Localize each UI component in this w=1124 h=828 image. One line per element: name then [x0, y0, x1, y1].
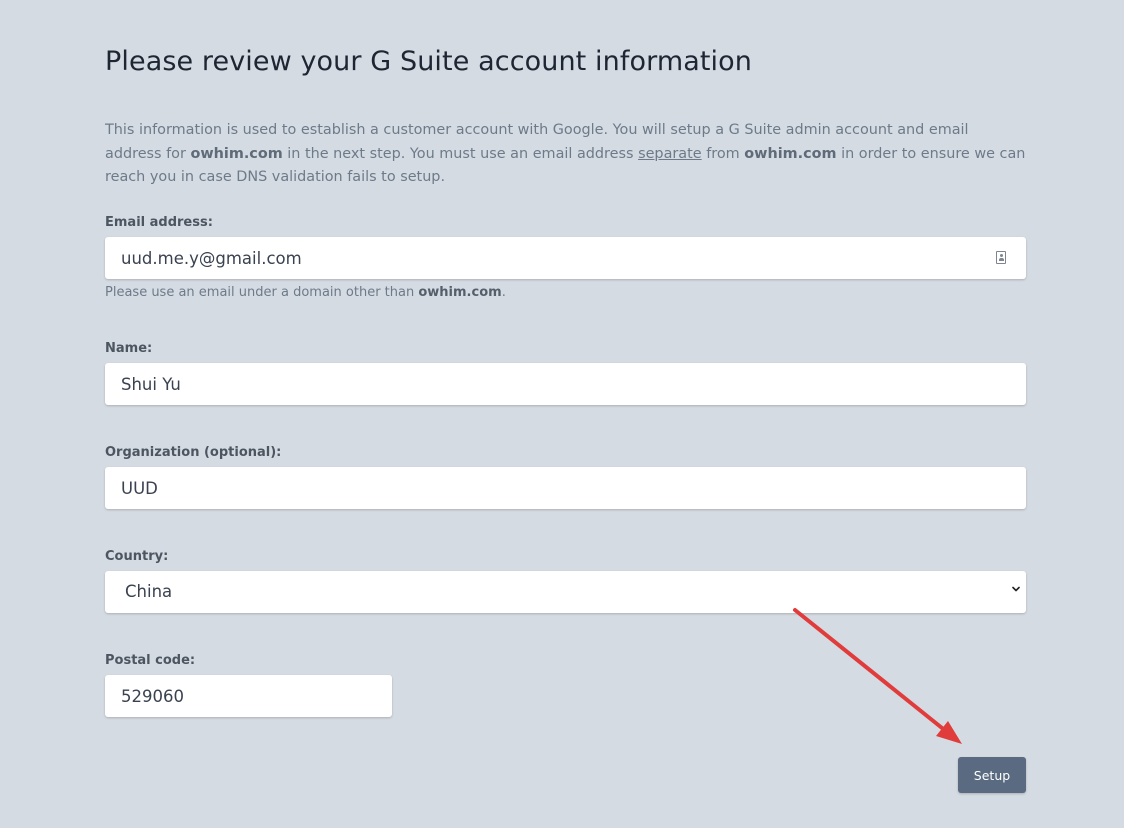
chevron-down-icon	[1012, 586, 1020, 592]
email-help-suffix: .	[501, 285, 506, 300]
email-field-wrapper	[105, 237, 1026, 279]
setup-button[interactable]: Setup	[958, 757, 1026, 793]
intro-text: This information is used to establish a …	[105, 119, 1026, 190]
name-field[interactable]	[105, 363, 1026, 405]
postal-code-field[interactable]	[105, 675, 392, 717]
country-label: Country:	[105, 549, 169, 564]
name-field-wrapper	[105, 363, 1026, 405]
postal-code-label: Postal code:	[105, 653, 196, 668]
email-help-text: Please use an email under a domain other…	[105, 285, 506, 300]
name-label: Name:	[105, 341, 153, 356]
intro-text-part: in the next step. You must use an email …	[282, 145, 639, 162]
postal-code-field-wrapper	[105, 675, 392, 717]
country-selected-value: China	[125, 582, 173, 601]
country-select[interactable]: China	[105, 571, 1026, 613]
separate-link[interactable]: separate	[638, 146, 702, 162]
intro-domain: owhim.com	[744, 145, 837, 162]
email-label: Email address:	[105, 215, 213, 230]
intro-text-part: from	[701, 145, 745, 162]
intro-domain: owhim.com	[190, 145, 283, 162]
contact-card-icon[interactable]	[996, 251, 1006, 264]
email-help-prefix: Please use an email under a domain other…	[105, 285, 419, 300]
organization-field[interactable]	[105, 467, 1026, 509]
organization-label: Organization (optional):	[105, 445, 282, 460]
email-field[interactable]	[105, 237, 1026, 279]
page-title: Please review your G Suite account infor…	[105, 46, 752, 77]
organization-field-wrapper	[105, 467, 1026, 509]
email-help-domain: owhim.com	[418, 285, 502, 300]
